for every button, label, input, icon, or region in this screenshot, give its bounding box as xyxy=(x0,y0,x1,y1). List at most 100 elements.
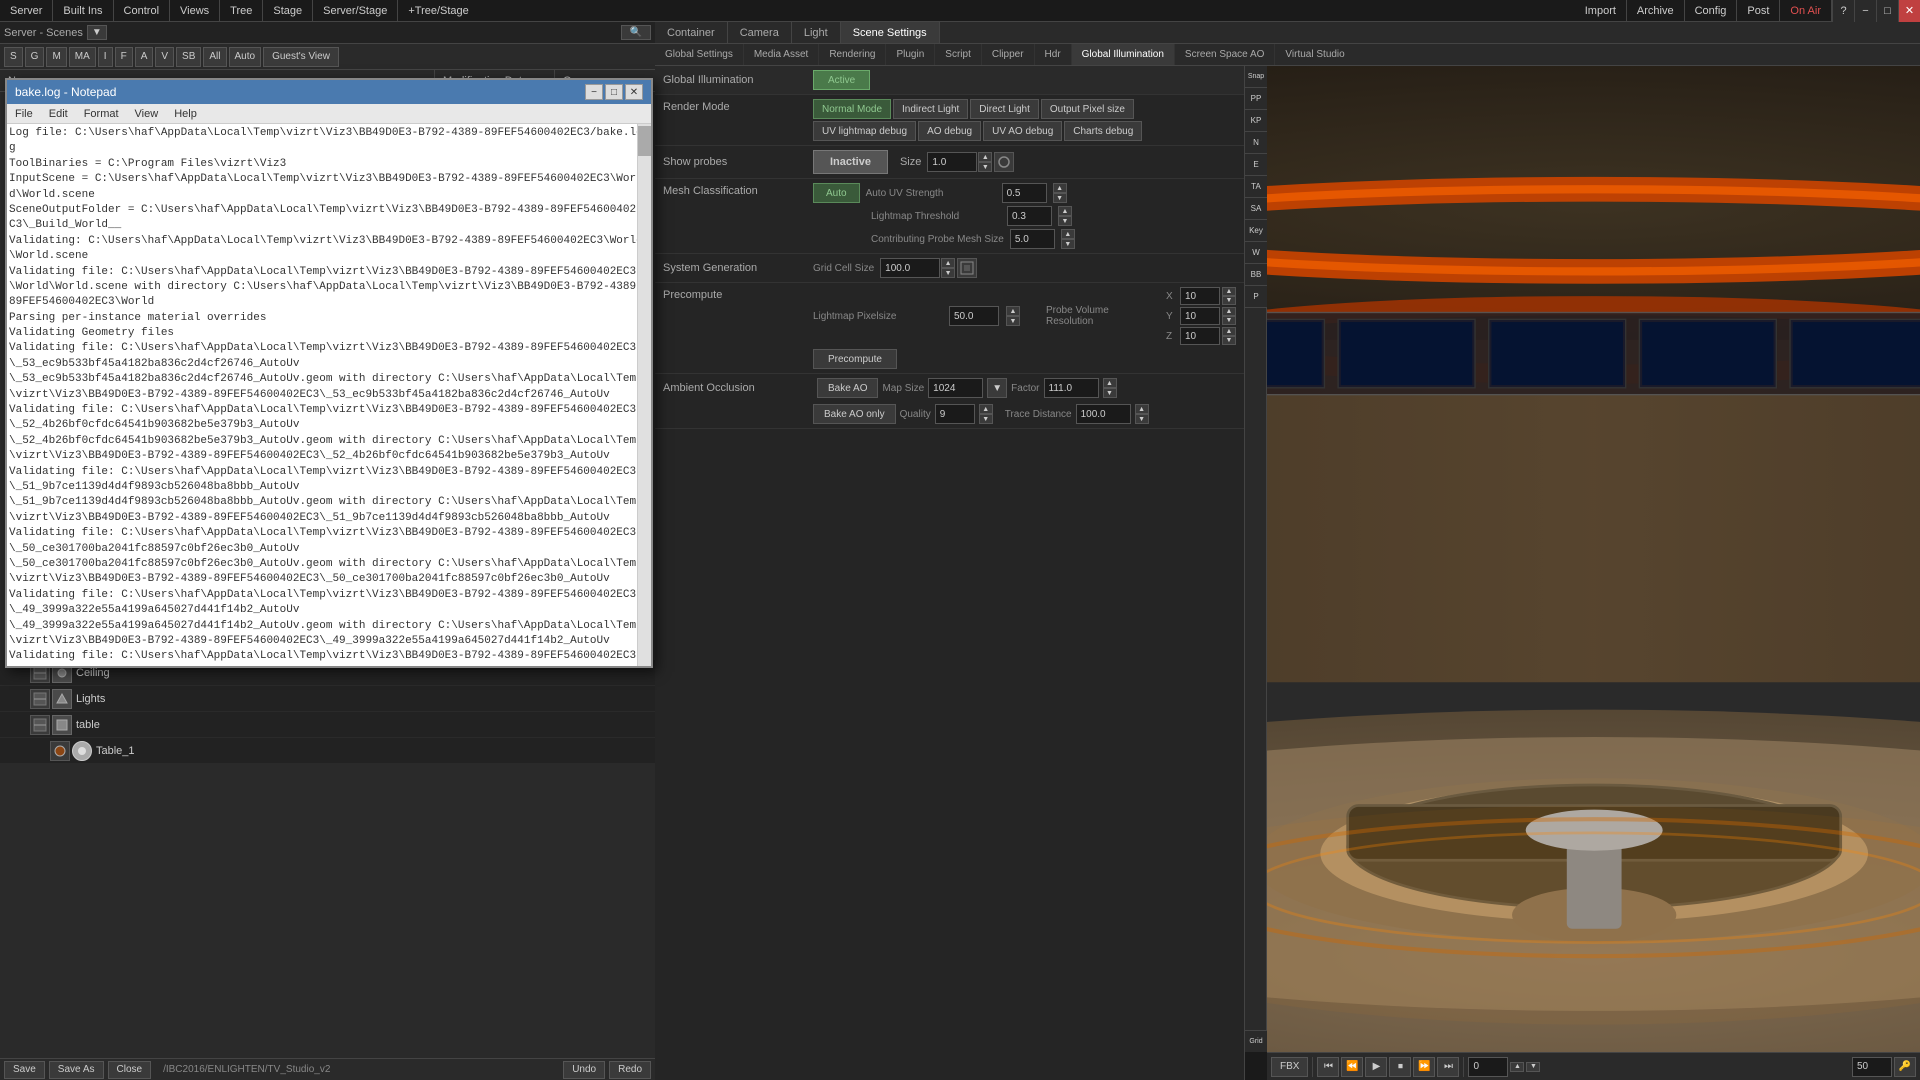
y-up[interactable]: ▲ xyxy=(1222,307,1236,316)
topbar-serverstage[interactable]: Server/Stage xyxy=(313,3,397,19)
trace-dist-up[interactable]: ▲ xyxy=(1135,404,1149,414)
size-input[interactable] xyxy=(927,152,977,172)
vp-btn-snap[interactable]: Snap xyxy=(1245,66,1267,88)
render-uv-lightmap[interactable]: UV lightmap debug xyxy=(813,121,916,141)
topbar-builtins[interactable]: Built Ins xyxy=(53,3,112,19)
lps-up[interactable]: ▲ xyxy=(1006,306,1020,316)
btn-post[interactable]: Post xyxy=(1737,3,1779,19)
notepad-minimize[interactable]: − xyxy=(585,84,603,100)
vp-btn-p[interactable]: P xyxy=(1245,286,1267,308)
anim-play-btn[interactable]: ▶ xyxy=(1365,1057,1387,1077)
close-button[interactable]: Close xyxy=(108,1061,152,1079)
tab-scene-settings[interactable]: Scene Settings xyxy=(841,22,940,43)
vp-btn-e[interactable]: E xyxy=(1245,154,1267,176)
factor-down[interactable]: ▼ xyxy=(1103,388,1117,398)
contributing-probe-input[interactable] xyxy=(1010,229,1055,249)
trace-dist-input[interactable] xyxy=(1076,404,1131,424)
factor-up[interactable]: ▲ xyxy=(1103,378,1117,388)
vp-btn-grid[interactable]: Grid xyxy=(1245,1030,1267,1052)
topbar-treestage[interactable]: +Tree/Stage xyxy=(398,3,478,19)
tool-auto[interactable]: Auto xyxy=(229,47,262,67)
x-input[interactable] xyxy=(1180,287,1220,305)
tab-camera[interactable]: Camera xyxy=(728,22,792,43)
notepad-menu-format[interactable]: Format xyxy=(80,107,123,121)
frame-down[interactable]: ▼ xyxy=(1526,1062,1540,1072)
maximize-icon[interactable]: □ xyxy=(1876,0,1898,22)
stab-script[interactable]: Script xyxy=(935,44,982,65)
redo-button[interactable]: Redo xyxy=(609,1061,651,1079)
factor-input[interactable] xyxy=(1044,378,1099,398)
minimize-icon[interactable]: − xyxy=(1854,0,1876,22)
tool-all[interactable]: All xyxy=(203,47,226,67)
auto-uv-up[interactable]: ▲ xyxy=(1053,183,1067,193)
topbar-views[interactable]: Views xyxy=(170,3,219,19)
tool-i[interactable]: I xyxy=(98,47,113,67)
tool-m[interactable]: M xyxy=(46,47,66,67)
topbar-control[interactable]: Control xyxy=(114,3,169,19)
render-uv-ao-debug[interactable]: UV AO debug xyxy=(983,121,1062,141)
tool-f[interactable]: F xyxy=(115,47,133,67)
close-icon[interactable]: ✕ xyxy=(1898,0,1920,22)
contributing-probe-up[interactable]: ▲ xyxy=(1061,229,1075,239)
stab-plugin[interactable]: Plugin xyxy=(886,44,935,65)
x-up[interactable]: ▲ xyxy=(1222,287,1236,296)
tool-sb[interactable]: SB xyxy=(176,47,201,67)
notepad-menu-view[interactable]: View xyxy=(131,107,163,121)
undo-button[interactable]: Undo xyxy=(563,1061,605,1079)
tab-light[interactable]: Light xyxy=(792,22,841,43)
y-input[interactable] xyxy=(1180,307,1220,325)
render-ao-debug[interactable]: AO debug xyxy=(918,121,981,141)
grid-cell-up[interactable]: ▲ xyxy=(941,258,955,268)
anim-stop-btn[interactable]: ⏹ xyxy=(1389,1057,1411,1077)
z-down[interactable]: ▼ xyxy=(1222,336,1236,345)
z-up[interactable]: ▲ xyxy=(1222,327,1236,336)
frame-end[interactable]: 50 xyxy=(1852,1057,1892,1077)
stab-hdr[interactable]: Hdr xyxy=(1035,44,1072,65)
gi-active-btn[interactable]: Active xyxy=(813,70,870,90)
vp-btn-pp[interactable]: PP xyxy=(1245,88,1267,110)
btn-on-air[interactable]: On Air xyxy=(1780,3,1831,19)
auto-uv-input[interactable] xyxy=(1002,183,1047,203)
lightmap-thresh-input[interactable] xyxy=(1007,206,1052,226)
vp-btn-sa[interactable]: SA xyxy=(1245,198,1267,220)
tab-container[interactable]: Container xyxy=(655,22,728,43)
tool-g[interactable]: G xyxy=(25,47,45,67)
save-button[interactable]: Save xyxy=(4,1061,45,1079)
grid-cell-input[interactable] xyxy=(880,258,940,278)
render-charts-debug[interactable]: Charts debug xyxy=(1064,121,1142,141)
tool-s[interactable]: S xyxy=(4,47,23,67)
render-indirect-light[interactable]: Indirect Light xyxy=(893,99,968,119)
auto-uv-down[interactable]: ▼ xyxy=(1053,193,1067,203)
frame-counter[interactable]: 0 xyxy=(1468,1057,1508,1077)
stab-virtual-studio[interactable]: Virtual Studio xyxy=(1275,44,1354,65)
vp-btn-bb[interactable]: BB xyxy=(1245,264,1267,286)
show-probes-inactive-btn[interactable]: Inactive xyxy=(813,150,888,174)
bake-ao-btn[interactable]: Bake AO xyxy=(817,378,878,398)
lightmap-pixelsize-input[interactable] xyxy=(949,306,999,326)
precompute-btn[interactable]: Precompute xyxy=(813,349,897,369)
frame-end-icon[interactable]: 🔑 xyxy=(1894,1057,1916,1077)
vp-btn-ta[interactable]: TA xyxy=(1245,176,1267,198)
size-down[interactable]: ▼ xyxy=(978,162,992,172)
render-direct-light[interactable]: Direct Light xyxy=(970,99,1039,119)
notepad-menu-file[interactable]: File xyxy=(11,107,37,121)
stab-clipper[interactable]: Clipper xyxy=(982,44,1035,65)
grid-cell-down[interactable]: ▼ xyxy=(941,268,955,278)
lps-down[interactable]: ▼ xyxy=(1006,316,1020,326)
stab-rendering[interactable]: Rendering xyxy=(819,44,886,65)
render-output-pixel[interactable]: Output Pixel size xyxy=(1041,99,1134,119)
y-down[interactable]: ▼ xyxy=(1222,316,1236,325)
stab-screen-space-ao[interactable]: Screen Space AO xyxy=(1175,44,1276,65)
render-normal-mode[interactable]: Normal Mode xyxy=(813,99,891,119)
btn-import[interactable]: Import xyxy=(1575,3,1626,19)
mesh-auto-btn[interactable]: Auto xyxy=(813,183,860,203)
save-as-button[interactable]: Save As xyxy=(49,1061,104,1079)
topbar-stage[interactable]: Stage xyxy=(263,3,312,19)
frame-up[interactable]: ▲ xyxy=(1510,1062,1524,1072)
anim-start-btn[interactable]: ⏮ xyxy=(1317,1057,1339,1077)
notepad-menu-edit[interactable]: Edit xyxy=(45,107,72,121)
notepad-maximize[interactable]: □ xyxy=(605,84,623,100)
anim-end-btn[interactable]: ⏭ xyxy=(1437,1057,1459,1077)
quality-down[interactable]: ▼ xyxy=(979,414,993,424)
anim-format-btn[interactable]: FBX xyxy=(1271,1057,1308,1077)
